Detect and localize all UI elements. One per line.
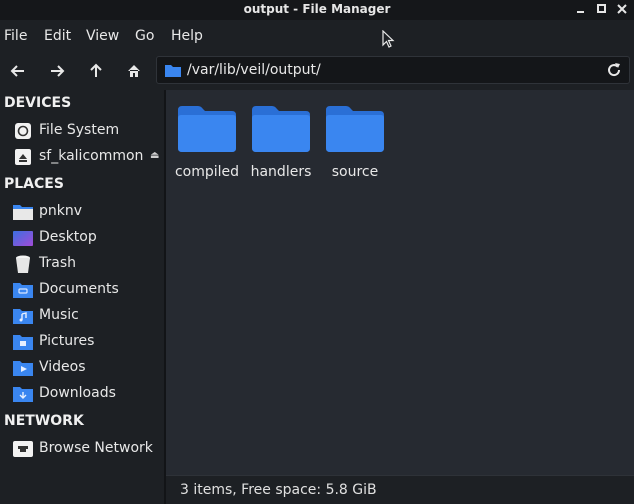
sidebar-item-label: pnknv	[39, 203, 83, 219]
folder-icon	[326, 106, 384, 152]
sidebar-item-music[interactable]: Music	[0, 303, 164, 329]
sidebar-item-label: Pictures	[39, 333, 95, 349]
home-icon	[128, 65, 140, 77]
home-button[interactable]	[121, 59, 147, 83]
sidebar-item-sf-kalicommon[interactable]: sf_kalicommon ⏏	[0, 144, 164, 170]
file-item-compiled[interactable]: compiled	[170, 100, 242, 185]
menu-go[interactable]: Go	[135, 28, 154, 44]
section-places: PLACES	[4, 176, 64, 192]
pictures-folder-icon	[13, 335, 33, 350]
menu-file[interactable]: File	[4, 28, 27, 44]
title-bar: output - File Manager	[0, 0, 634, 20]
music-folder-icon	[13, 309, 33, 324]
file-item-handlers[interactable]: handlers	[244, 100, 316, 185]
drive-icon	[15, 123, 31, 139]
back-button[interactable]	[5, 59, 31, 83]
sidebar-item-pnknv[interactable]: pnknv	[0, 199, 164, 225]
minimize-icon	[577, 11, 584, 13]
arrow-up-icon	[90, 63, 102, 77]
sidebar-item-file-system[interactable]: File System	[0, 118, 164, 144]
sidebar-item-label: Browse Network	[39, 440, 153, 456]
sidebar-item-label: Videos	[39, 359, 86, 375]
location-bar[interactable]: /var/lib/veil/output/	[156, 56, 630, 84]
folder-icon	[165, 65, 181, 77]
section-devices: DEVICES	[4, 95, 72, 111]
sidebar-item-trash[interactable]: Trash	[0, 251, 164, 277]
sidebar-item-downloads[interactable]: Downloads	[0, 381, 164, 407]
menu-view[interactable]: View	[86, 28, 119, 44]
mouse-cursor-icon	[382, 30, 395, 48]
videos-folder-icon	[13, 361, 33, 376]
sidebar-item-videos[interactable]: Videos	[0, 355, 164, 381]
section-network: NETWORK	[4, 413, 84, 429]
home-folder-icon	[13, 205, 33, 220]
file-name: source	[331, 164, 379, 180]
file-item-source[interactable]: source	[318, 100, 390, 185]
sidebar: DEVICES File System sf_kalicommon ⏏ PLAC…	[0, 90, 164, 504]
arrow-left-icon	[10, 65, 24, 77]
window-title: output - File Manager	[243, 2, 391, 16]
folder-icon	[252, 106, 310, 152]
maximize-icon	[597, 4, 606, 13]
menu-help[interactable]: Help	[171, 28, 203, 44]
menu-edit[interactable]: Edit	[44, 28, 71, 44]
sidebar-item-documents[interactable]: Documents	[0, 277, 164, 303]
reload-icon[interactable]	[606, 62, 622, 78]
sidebar-item-label: Downloads	[39, 385, 116, 401]
arrow-right-icon	[51, 65, 65, 77]
sidebar-item-label: File System	[39, 122, 120, 138]
sidebar-item-browse-network[interactable]: Browse Network	[0, 436, 164, 462]
folder-icon	[178, 106, 236, 152]
close-button[interactable]	[615, 2, 629, 16]
desktop-icon	[13, 231, 33, 246]
eject-icon[interactable]: ⏏	[150, 150, 159, 161]
sidebar-item-pictures[interactable]: Pictures	[0, 329, 164, 355]
close-icon	[617, 4, 627, 14]
sidebar-item-label: Music	[39, 307, 79, 323]
forward-button[interactable]	[44, 59, 70, 83]
sidebar-item-label: Desktop	[39, 229, 97, 245]
downloads-folder-icon	[13, 387, 33, 402]
menu-bar: File Edit View Go Help	[0, 20, 634, 53]
status-bar: 3 items, Free space: 5.8 GiB	[166, 475, 634, 504]
sidebar-item-label: Trash	[39, 255, 76, 271]
removable-drive-icon	[15, 149, 31, 165]
file-view[interactable]: compiled handlers source	[166, 90, 634, 475]
sidebar-item-desktop[interactable]: Desktop	[0, 225, 164, 251]
documents-folder-icon	[13, 283, 33, 298]
trash-icon	[16, 255, 30, 273]
up-button[interactable]	[83, 59, 109, 83]
sidebar-item-label: sf_kalicommon	[39, 148, 144, 164]
location-path[interactable]: /var/lib/veil/output/	[187, 62, 321, 78]
maximize-button[interactable]	[595, 2, 609, 16]
status-text: 3 items, Free space: 5.8 GiB	[180, 482, 377, 498]
sidebar-item-label: Documents	[39, 281, 119, 297]
network-icon	[13, 441, 33, 457]
minimize-button[interactable]	[574, 2, 588, 16]
